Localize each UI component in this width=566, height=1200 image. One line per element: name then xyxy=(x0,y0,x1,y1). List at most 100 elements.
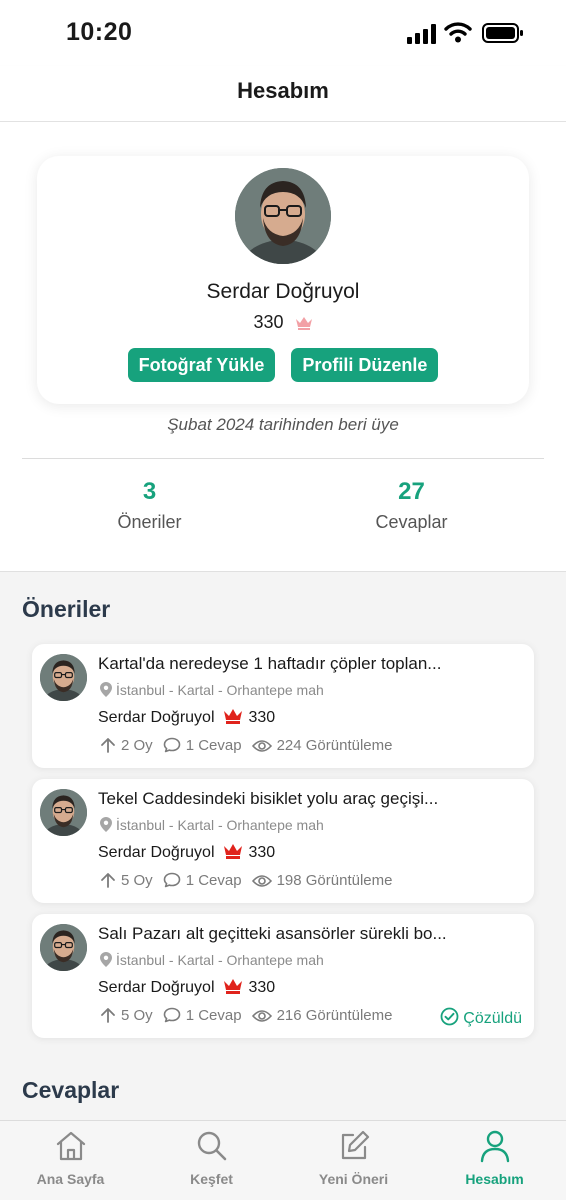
profile-name: Serdar Doğruyol xyxy=(206,280,360,303)
views-icon xyxy=(251,740,272,752)
author-points: 330 xyxy=(248,709,276,726)
view-count: 224 Görüntüleme xyxy=(251,737,393,754)
vote-count[interactable]: 5 Oy xyxy=(100,1007,153,1024)
location-pin-icon xyxy=(100,952,112,967)
check-circle-icon xyxy=(440,1007,459,1026)
view-count: 216 Görüntüleme xyxy=(251,1007,392,1024)
view-count: 198 Görüntüleme xyxy=(251,872,393,889)
tab-bar: Ana Sayfa Keşfet Yeni Öneri Hesabım xyxy=(0,1120,566,1200)
tab-new-suggestion[interactable]: Yeni Öneri xyxy=(283,1129,424,1187)
suggestion-author[interactable]: Serdar Doğruyol 330 xyxy=(98,708,275,727)
upload-photo-button[interactable]: Fotoğraf Yükle xyxy=(127,348,276,382)
comment-icon xyxy=(163,737,180,753)
edit-profile-button[interactable]: Profili Düzenle xyxy=(291,348,439,382)
view-count-text: 198 Görüntüleme xyxy=(276,872,393,889)
suggestion-card[interactable]: Salı Pazarı alt geçitteki asansörler sür… xyxy=(32,914,534,1038)
author-points: 330 xyxy=(248,979,276,996)
vote-count[interactable]: 5 Oy xyxy=(100,872,153,889)
comment-icon xyxy=(163,872,180,888)
suggestion-location: İstanbul - Kartal - Orhantepe mah xyxy=(100,682,324,698)
profile-actions: Fotoğraf Yükle Profili Düzenle xyxy=(37,348,529,382)
status-bar: 10:20 xyxy=(0,0,566,66)
upvote-icon xyxy=(101,1008,115,1023)
upvote-icon xyxy=(101,738,115,753)
tab-explore-label: Keşfet xyxy=(190,1171,233,1187)
stat-answers-label: Cevaplar xyxy=(375,512,448,532)
avatar-image xyxy=(40,924,87,971)
suggestion-title[interactable]: Tekel Caddesindeki bisiklet yolu araç ge… xyxy=(98,789,438,809)
crown-icon xyxy=(223,709,242,724)
stat-suggestions-value: 3 xyxy=(142,478,157,505)
author-avatar[interactable] xyxy=(40,654,87,701)
suggestion-author[interactable]: Serdar Doğruyol 330 xyxy=(98,978,275,997)
suggestion-meta: 5 Oy 1 Cevap 198 Görüntüleme xyxy=(100,872,402,889)
answer-count: 1 Cevap xyxy=(163,872,242,889)
crown-icon xyxy=(295,317,312,331)
suggestion-title[interactable]: Kartal'da neredeyse 1 haftadır çöpler to… xyxy=(98,654,441,674)
header: Hesabım xyxy=(0,66,566,122)
member-since: Şubat 2024 tarihinden beri üye xyxy=(167,415,399,434)
home-icon xyxy=(56,1131,85,1161)
suggestion-card[interactable]: Kartal'da neredeyse 1 haftadır çöpler to… xyxy=(32,644,534,768)
upvote-icon xyxy=(101,873,115,888)
suggestion-location: İstanbul - Kartal - Orhantepe mah xyxy=(100,817,324,833)
suggestion-author[interactable]: Serdar Doğruyol 330 xyxy=(98,843,275,862)
profile-points: 330 xyxy=(37,312,529,333)
views-icon xyxy=(251,875,272,887)
page-title: Hesabım xyxy=(237,78,329,103)
cellular-signal-icon xyxy=(407,24,436,44)
tab-account-label: Hesabım xyxy=(465,1171,524,1187)
avatar-image xyxy=(40,789,87,836)
stat-answers[interactable]: 27 Cevaplar xyxy=(270,478,553,533)
profile-section: Serdar Doğruyol 330 Fotoğraf Yükle Profi… xyxy=(0,122,566,572)
comment-icon xyxy=(163,1007,180,1023)
suggestion-title[interactable]: Salı Pazarı alt geçitteki asansörler sür… xyxy=(98,924,447,944)
suggestion-location-text: İstanbul - Kartal - Orhantepe mah xyxy=(116,682,324,698)
section-title-suggestions: Öneriler xyxy=(22,596,111,622)
crown-icon xyxy=(223,844,242,859)
suggestion-card[interactable]: Tekel Caddesindeki bisiklet yolu araç ge… xyxy=(32,779,534,903)
author-points: 330 xyxy=(248,844,276,861)
suggestion-location-text: İstanbul - Kartal - Orhantepe mah xyxy=(116,952,324,968)
author-avatar[interactable] xyxy=(40,924,87,971)
tab-explore[interactable]: Keşfet xyxy=(141,1129,282,1187)
solved-badge: Çözüldü xyxy=(440,1007,522,1028)
crown-icon xyxy=(223,979,242,994)
answer-count-text: 1 Cevap xyxy=(185,1007,242,1024)
section-title-answers: Cevaplar xyxy=(22,1077,120,1103)
answer-count: 1 Cevap xyxy=(163,737,242,754)
profile-avatar[interactable] xyxy=(235,168,331,264)
edit-icon xyxy=(341,1130,369,1160)
tab-account[interactable]: Hesabım xyxy=(424,1129,565,1187)
stat-suggestions-label: Öneriler xyxy=(117,512,182,532)
suggestion-meta: 5 Oy 1 Cevap 216 Görüntüleme xyxy=(100,1007,402,1024)
stat-suggestions[interactable]: 3 Öneriler xyxy=(8,478,291,533)
status-time: 10:20 xyxy=(66,18,133,46)
location-pin-icon xyxy=(100,682,112,697)
answer-count: 1 Cevap xyxy=(163,1007,242,1024)
author-avatar[interactable] xyxy=(40,789,87,836)
vote-count-text: 5 Oy xyxy=(121,1007,153,1024)
vote-count-text: 2 Oy xyxy=(121,737,153,754)
author-name: Serdar Doğruyol xyxy=(98,979,215,996)
view-count-text: 224 Görüntüleme xyxy=(276,737,393,754)
location-pin-icon xyxy=(100,817,112,832)
suggestion-location: İstanbul - Kartal - Orhantepe mah xyxy=(100,952,324,968)
wifi-icon xyxy=(444,22,472,43)
divider xyxy=(22,458,544,459)
avatar-image xyxy=(235,168,331,264)
profile-card: Serdar Doğruyol 330 Fotoğraf Yükle Profi… xyxy=(37,156,529,404)
tab-new-suggestion-label: Yeni Öneri xyxy=(318,1171,389,1187)
battery-icon xyxy=(482,23,523,43)
search-icon xyxy=(197,1131,226,1161)
user-icon xyxy=(480,1130,509,1163)
avatar-image xyxy=(40,654,87,701)
vote-count[interactable]: 2 Oy xyxy=(100,737,153,754)
profile-points-value: 330 xyxy=(253,312,284,332)
answer-count-text: 1 Cevap xyxy=(185,872,242,889)
views-icon xyxy=(251,1010,272,1022)
tab-home[interactable]: Ana Sayfa xyxy=(0,1129,141,1187)
tab-home-label: Ana Sayfa xyxy=(36,1171,105,1187)
author-name: Serdar Doğruyol xyxy=(98,844,215,861)
vote-count-text: 5 Oy xyxy=(121,872,153,889)
